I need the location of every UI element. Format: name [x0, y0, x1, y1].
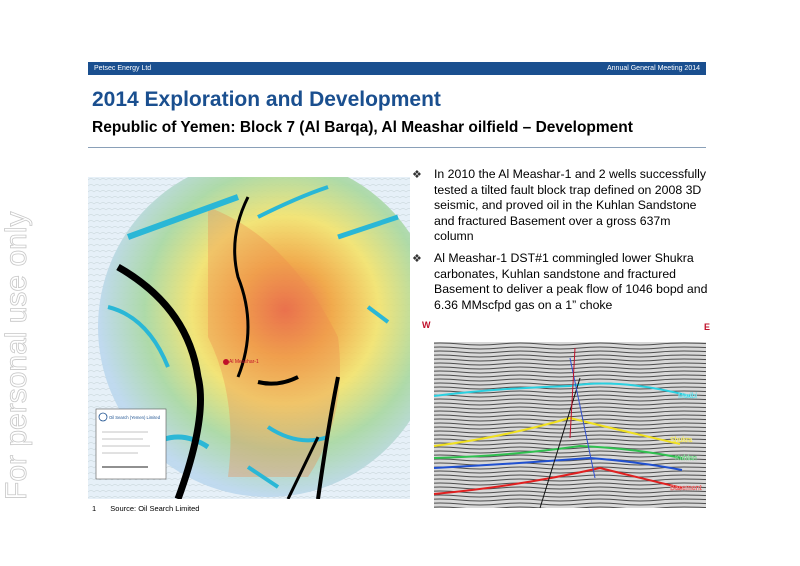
bullet-text: In 2010 the Al Meashar-1 and 2 wells suc…: [434, 167, 707, 244]
horizon-label: Madbi: [678, 393, 698, 400]
watermark: For personal use only: [0, 211, 33, 501]
header-bar: Petsec Energy Ltd Annual General Meeting…: [88, 62, 706, 75]
oilfield-map: Al Meashar-1 Oil Search (Yemen) Limited: [88, 177, 410, 499]
diamond-bullet-icon: ❖: [412, 252, 422, 265]
bullet-item: ❖ In 2010 the Al Meashar-1 and 2 wells s…: [410, 167, 710, 245]
diamond-bullet-icon: ❖: [412, 169, 422, 181]
page-subtitle: Republic of Yemen: Block 7 (Al Barqa), A…: [92, 119, 633, 136]
well-label: Al Meashar-1: [229, 359, 259, 365]
footnote: 1 Source: Oil Search Limited: [92, 504, 199, 513]
bullet-list: ❖ In 2010 the Al Meashar-1 and 2 wells s…: [410, 167, 710, 319]
event-name: Annual General Meeting 2014: [606, 65, 700, 72]
horizon-label: Kuhlan: [675, 455, 697, 462]
page-title: 2014 Exploration and Development: [92, 88, 441, 111]
horizon-label: Basement: [670, 485, 702, 492]
map-company-label: Oil Search (Yemen) Limited: [109, 415, 161, 420]
seismic-east-label: E: [704, 322, 710, 332]
title-divider: [88, 147, 706, 148]
bullet-text: Al Meashar-1 DST#1 commingled lower Shuk…: [434, 250, 708, 312]
watermark-text: For personal use only: [0, 212, 33, 501]
footnote-number: 1: [92, 504, 97, 513]
seismic-section: W E Madbi Shukra Kuhlan Basement: [420, 318, 716, 510]
bullet-item: ❖ Al Meashar-1 DST#1 commingled lower Sh…: [410, 251, 710, 313]
horizon-label: Shukra: [670, 437, 692, 444]
seismic-west-label: W: [422, 320, 431, 330]
company-name: Petsec Energy Ltd: [94, 65, 152, 72]
footnote-text: Source: Oil Search Limited: [110, 504, 200, 513]
